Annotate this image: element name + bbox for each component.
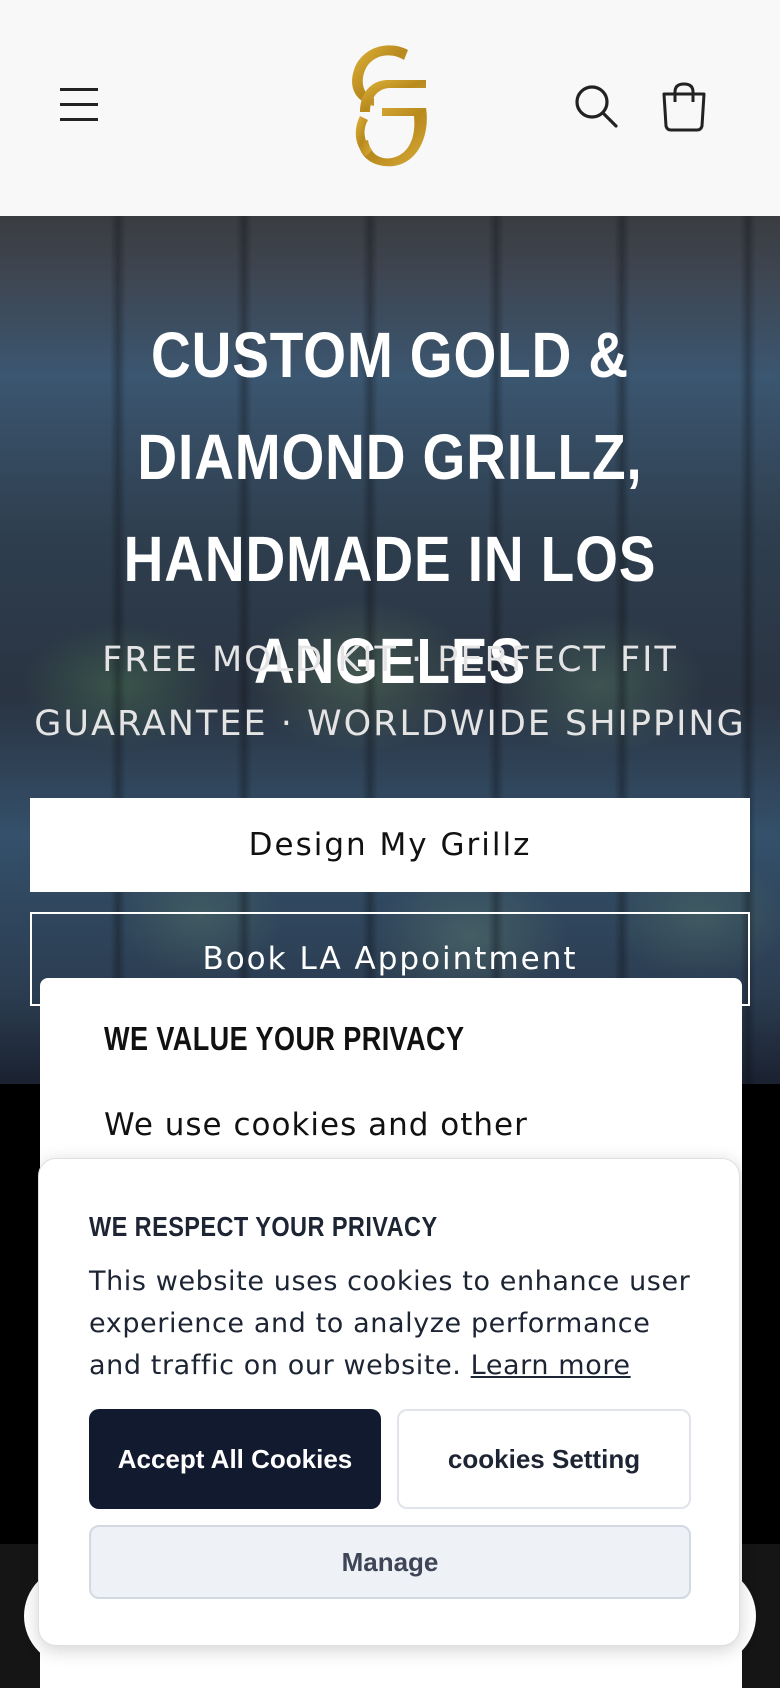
cookie-consent-banner: WE RESPECT YOUR PRIVACY This website use… <box>38 1158 740 1646</box>
privacy-dialog-title: WE VALUE YOUR PRIVACY <box>104 1020 465 1057</box>
hero-subtitle: FREE MOLD KIT · PERFECT FIT GUARANTEE · … <box>34 640 746 744</box>
privacy-dialog-text: We use cookies and other <box>104 1107 528 1143</box>
brand-logo[interactable] <box>330 36 450 180</box>
consent-title: WE RESPECT YOUR PRIVACY <box>89 1211 438 1242</box>
logo-mark <box>352 45 427 167</box>
cart-icon[interactable] <box>656 80 712 136</box>
hero-banner: CUSTOM GOLD & DIAMOND GRILLZ, HANDMADE I… <box>0 216 780 1084</box>
consent-message: This website uses cookies to enhance use… <box>89 1261 699 1387</box>
hamburger-menu-icon[interactable] <box>54 80 104 130</box>
accept-all-cookies-button[interactable]: Accept All Cookies <box>89 1409 381 1509</box>
learn-more-link[interactable]: Learn more <box>471 1350 631 1381</box>
cookies-settings-button[interactable]: cookies Setting <box>397 1409 691 1509</box>
design-my-grillz-button[interactable]: Design My Grillz <box>30 798 750 892</box>
manage-cookies-button[interactable]: Manage <box>89 1525 691 1599</box>
site-header <box>0 0 780 216</box>
search-icon[interactable] <box>570 80 624 134</box>
